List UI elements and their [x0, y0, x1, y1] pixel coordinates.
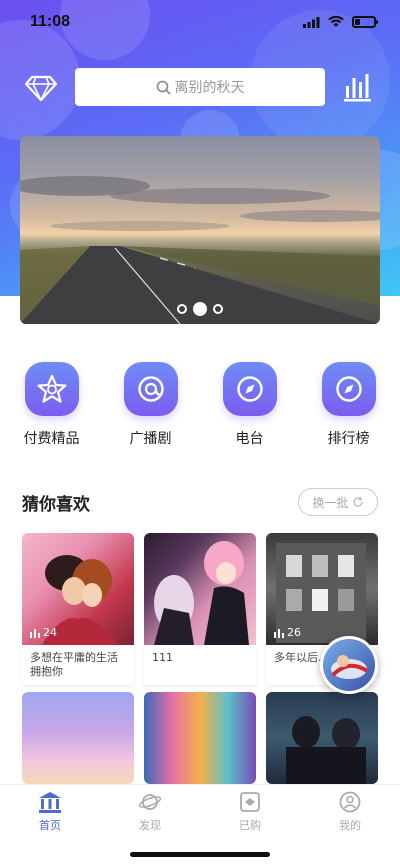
section-title: 猜你喜欢 — [22, 494, 90, 515]
album-card[interactable]: 24 多想在平庸的生活拥抱你 — [22, 533, 134, 685]
album-cover — [22, 692, 134, 784]
play-count: 24 — [30, 626, 57, 639]
category-label: 排行榜 — [327, 431, 370, 447]
search-input[interactable]: 离别的秋天 — [75, 68, 325, 106]
purchased-icon — [240, 792, 260, 812]
carousel-dot[interactable] — [213, 304, 223, 314]
category-paid-premium[interactable]: 付费精品 — [12, 362, 92, 448]
album-title: 111 — [144, 645, 256, 685]
album-card[interactable]: 111 — [144, 533, 256, 685]
banner-carousel[interactable] — [20, 136, 380, 324]
equalizer-icon — [274, 628, 284, 638]
category-radio-drama[interactable]: 广播剧 — [111, 362, 191, 448]
album-cover — [144, 692, 256, 784]
battery-icon — [352, 16, 378, 28]
status-time: 11:08 — [30, 13, 71, 30]
status-bar: 11:08 — [0, 0, 400, 44]
now-playing-avatar[interactable] — [320, 636, 378, 694]
home-indicator — [130, 852, 270, 857]
star-icon — [24, 362, 79, 416]
compass-icon — [321, 362, 376, 416]
diamond-vip-icon[interactable] — [24, 72, 58, 104]
album-cover — [144, 533, 256, 645]
search-icon — [156, 80, 171, 95]
refresh-icon — [352, 496, 363, 507]
equalizer-icon — [30, 628, 40, 638]
carousel-dot[interactable] — [177, 304, 187, 314]
album-cover: 26 — [266, 533, 378, 645]
tab-profile[interactable]: 我的 — [300, 785, 400, 866]
album-title: 多想在平庸的生活拥抱你 — [22, 645, 134, 685]
recommend-header: 猜你喜欢 换一批 — [22, 486, 378, 518]
album-card[interactable] — [22, 692, 134, 784]
category-row: 付费精品 广播剧 电台 排行榜 — [0, 362, 400, 448]
category-radio[interactable]: 电台 — [210, 362, 290, 448]
category-label: 付费精品 — [23, 431, 80, 447]
home-icon — [39, 792, 61, 813]
tab-home[interactable]: 首页 — [0, 785, 100, 866]
search-placeholder: 离别的秋天 — [174, 80, 245, 96]
carousel-dot-active[interactable] — [193, 302, 207, 316]
category-label: 广播剧 — [129, 431, 172, 447]
planet-icon — [138, 794, 162, 810]
wifi-icon — [328, 16, 344, 27]
album-cover: 24 — [22, 533, 134, 645]
category-ranking[interactable]: 排行榜 — [309, 362, 389, 448]
refresh-button[interactable]: 换一批 — [298, 488, 378, 516]
carousel-indicator[interactable] — [20, 302, 380, 316]
profile-icon — [339, 791, 361, 813]
compass-icon — [222, 362, 277, 416]
q-icon — [123, 362, 178, 416]
signal-icon — [303, 16, 320, 28]
play-count: 26 — [274, 626, 301, 639]
refresh-label: 换一批 — [312, 495, 349, 510]
album-card[interactable] — [266, 692, 378, 784]
album-cover — [266, 692, 378, 784]
ranking-chart-icon[interactable] — [344, 72, 372, 102]
album-card[interactable] — [144, 692, 256, 784]
banner-image — [20, 176, 380, 231]
category-label: 电台 — [235, 431, 264, 447]
